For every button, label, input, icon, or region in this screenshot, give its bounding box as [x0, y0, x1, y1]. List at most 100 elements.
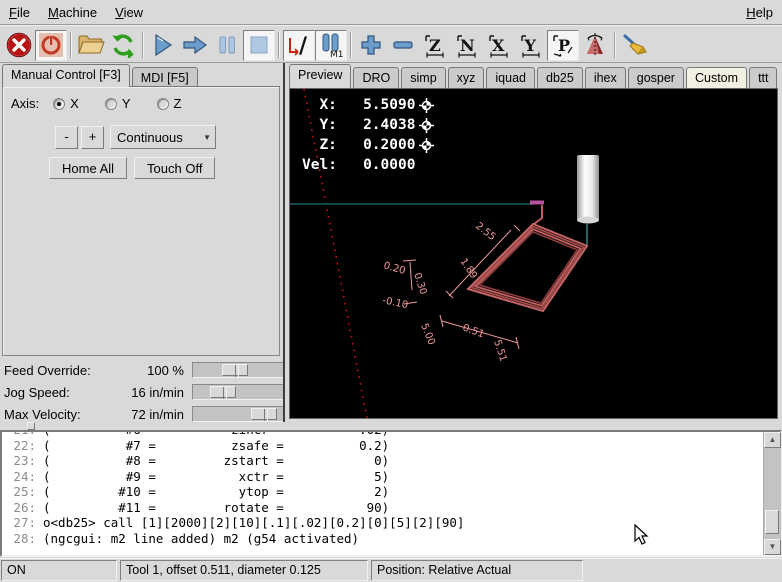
jog-speed-slider[interactable] — [192, 384, 284, 400]
toggle-skip-lines-button[interactable]: / — [283, 30, 315, 61]
slider-handle[interactable] — [210, 386, 236, 398]
tab-simp[interactable]: simp — [401, 67, 445, 88]
tab-custom[interactable]: Custom — [686, 67, 747, 88]
radio-axis-z[interactable] — [157, 98, 169, 110]
readout-vel-row: Vel: 0.0000 — [302, 155, 434, 175]
max-velocity-slider[interactable] — [192, 406, 284, 422]
readout-x-value: 5.5090 — [337, 95, 416, 115]
stop-program-button[interactable] — [243, 30, 275, 61]
step-arrow-icon — [181, 34, 209, 56]
scrollbar-track[interactable] — [764, 448, 781, 539]
radio-axis-x-label: X — [70, 96, 79, 111]
pause-icon — [216, 34, 238, 56]
zoom-in-button[interactable] — [355, 30, 387, 61]
open-file-button[interactable] — [75, 30, 107, 61]
home-all-button[interactable]: Home All — [49, 157, 127, 179]
svg-text:X: X — [492, 36, 505, 55]
homed-icon — [419, 98, 434, 113]
slider-handle[interactable] — [251, 408, 277, 420]
jog-controls: - + Continuous ▼ — [55, 125, 216, 149]
tab-xyz[interactable]: xyz — [448, 67, 485, 88]
toggle-optional-pause-button[interactable]: M1 — [315, 30, 347, 61]
line-number: 26: — [2, 500, 36, 516]
radio-axis-x[interactable] — [53, 98, 65, 110]
step-program-button[interactable] — [179, 30, 211, 61]
view-x-button[interactable]: X — [483, 30, 515, 61]
touch-off-button[interactable]: Touch Off — [134, 157, 215, 179]
chevron-down-icon: ▼ — [203, 133, 211, 142]
tab-db25[interactable]: db25 — [537, 67, 583, 88]
menu-view[interactable]: View — [106, 1, 152, 24]
line-number: 25: — [2, 484, 36, 500]
menu-file[interactable]: File — [0, 1, 39, 24]
gcode-scrollbar[interactable]: ▲ ▼ — [763, 432, 780, 555]
view-z-icon: Z — [422, 32, 448, 58]
view-y-button[interactable]: Y — [515, 30, 547, 61]
readout-z-label: Z: — [302, 135, 337, 155]
pause-program-button[interactable] — [211, 30, 243, 61]
jog-speed-row: Jog Speed: 16 in/min — [4, 384, 281, 401]
preview-panel: Preview DRO simp xyz iquad db25 ihex gos… — [283, 63, 782, 422]
line-number: 23: — [2, 453, 36, 469]
feed-override-slider[interactable] — [192, 362, 284, 378]
entry-move-line — [534, 205, 542, 224]
feed-override-row: Feed Override: 100 % — [4, 362, 281, 379]
tab-mdi[interactable]: MDI [F5] — [132, 67, 198, 87]
tab-iquad[interactable]: iquad — [486, 67, 535, 88]
scrollbar-thumb[interactable] — [765, 510, 779, 535]
view-p-icon: P — [550, 32, 576, 58]
machine-power-button[interactable] — [35, 30, 67, 61]
zoom-out-icon — [391, 33, 415, 57]
scrollbar-down-arrow[interactable]: ▼ — [764, 539, 781, 555]
menu-machine[interactable]: Machine — [39, 1, 106, 24]
view-p-button[interactable]: P — [547, 30, 579, 61]
backplot-preview[interactable]: 2.55 1.89 0.20 0.30 -0.10 5.00 0.51 5.51… — [289, 88, 778, 419]
jog-minus-button[interactable]: - — [55, 126, 78, 149]
jog-increment-dropdown[interactable]: Continuous ▼ — [110, 125, 216, 149]
line-number: 28: — [2, 531, 36, 547]
view-z2-button[interactable]: N — [451, 30, 483, 61]
toolbar-separator — [350, 32, 352, 58]
tab-ihex[interactable]: ihex — [585, 67, 626, 88]
max-velocity-row: Max Velocity: 72 in/min — [4, 406, 281, 423]
run-program-button[interactable] — [147, 30, 179, 61]
homed-icon — [419, 118, 434, 133]
jog-speed-value: 16 in/min — [104, 385, 184, 400]
svg-text:0.20: 0.20 — [382, 260, 406, 277]
gcode-listing-area: 21:( #6 = zincr = .02) 22:( #7 = zsafe =… — [0, 430, 782, 557]
zoom-out-button[interactable] — [387, 30, 419, 61]
jog-speed-label: Jog Speed: — [4, 385, 70, 400]
slider-handle[interactable] — [222, 364, 248, 376]
clear-plot-button[interactable] — [619, 30, 651, 61]
jog-plus-button[interactable]: + — [81, 126, 104, 149]
homed-icon — [419, 138, 434, 153]
rotate-view-button[interactable] — [579, 30, 611, 61]
svg-text:-0.10: -0.10 — [381, 295, 409, 311]
estop-icon — [6, 32, 32, 58]
paned-window-sash[interactable] — [0, 422, 782, 430]
readout-x-row: X: 5.5090 — [302, 95, 434, 115]
menu-help[interactable]: Help — [737, 1, 782, 24]
scrollbar-up-arrow[interactable]: ▲ — [764, 432, 781, 448]
radio-axis-y[interactable] — [105, 98, 117, 110]
view-x-icon: X — [486, 32, 512, 58]
status-bar: ON Tool 1, offset 0.511, diameter 0.125 … — [0, 558, 782, 582]
gcode-line: 26:( #11 = rotate = 90) — [2, 500, 763, 516]
reload-file-button[interactable] — [107, 30, 139, 61]
axis-selector: Axis: X Y Z — [11, 96, 181, 111]
sash-handle[interactable] — [27, 422, 35, 430]
tab-ttt[interactable]: ttt — [749, 67, 777, 88]
readout-y-value: 2.4038 — [337, 115, 416, 135]
estop-button[interactable] — [3, 30, 35, 61]
tab-gosper[interactable]: gosper — [628, 67, 684, 88]
line-text: o<db25> call [1][2000][2][10][.1][.02][0… — [43, 515, 464, 531]
tab-preview[interactable]: Preview — [289, 64, 351, 88]
view-z-button[interactable]: Z — [419, 30, 451, 61]
power-icon — [38, 32, 64, 58]
stop-icon — [248, 34, 270, 56]
manual-control-frame: Axis: X Y Z - + Continuous ▼ — [2, 86, 280, 356]
tab-manual-control[interactable]: Manual Control [F3] — [2, 64, 130, 87]
jog-increment-value: Continuous — [117, 130, 183, 145]
tab-dro[interactable]: DRO — [353, 67, 399, 88]
readout-y-label: Y: — [302, 115, 337, 135]
